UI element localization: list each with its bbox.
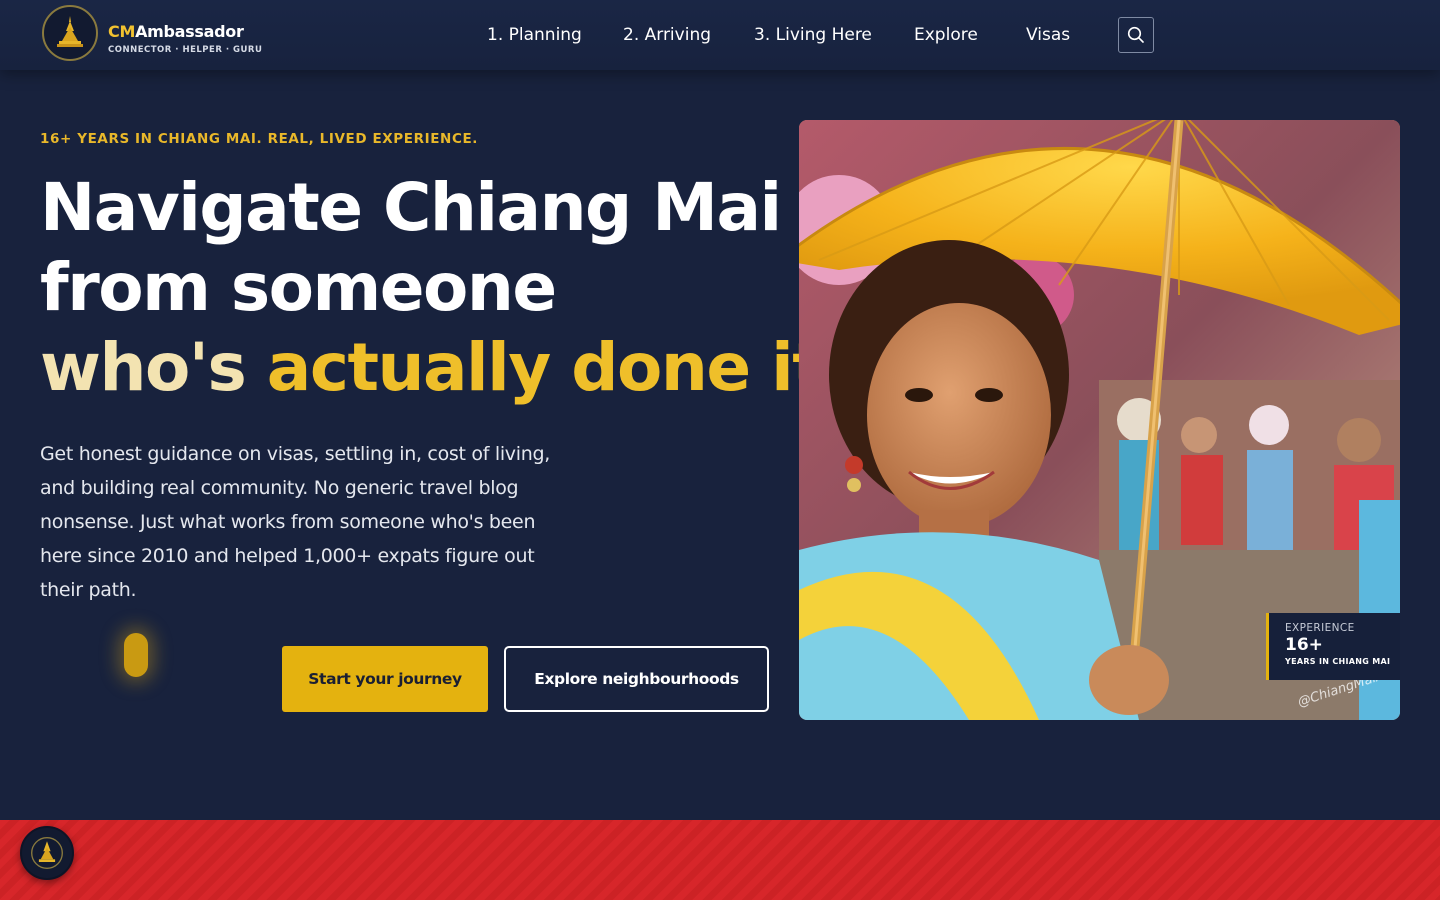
nav-item-visas[interactable]: Visas xyxy=(1026,24,1070,46)
search-icon xyxy=(1127,26,1144,43)
brand[interactable]: CMAmbassador CONNECTOR · HELPER · GURU xyxy=(108,22,262,55)
hero-lead: Get honest guidance on visas, settling i… xyxy=(40,443,550,601)
experience-label: EXPERIENCE xyxy=(1285,622,1355,634)
headline-line-3-start: who's xyxy=(40,329,267,406)
headline-line-2: from someone xyxy=(40,249,557,326)
logo-badge[interactable] xyxy=(42,5,98,61)
brand-name-rest: Ambassador xyxy=(135,22,244,41)
explore-neighbourhoods-button[interactable]: Explore neighbourhoods xyxy=(504,646,769,712)
glow-indicator xyxy=(124,633,148,677)
site-header: CMAmbassador CONNECTOR · HELPER · GURU 1… xyxy=(0,0,1440,70)
brand-name: CMAmbassador xyxy=(108,22,262,42)
floating-logo-button[interactable] xyxy=(20,826,74,880)
hero-eyebrow: 16+ YEARS IN CHIANG MAI. REAL, LIVED EXP… xyxy=(40,131,479,147)
nav-item-explore[interactable]: Explore xyxy=(914,24,978,46)
hero-headline: Navigate Chiang Mai from someone who's a… xyxy=(40,168,847,408)
experience-sub: YEARS IN CHIANG MAI xyxy=(1285,657,1391,666)
headline-line-3: who's actually done it. xyxy=(40,328,847,408)
red-section-band xyxy=(0,820,1440,900)
nav-item-arriving[interactable]: 2. Arriving xyxy=(623,24,711,46)
search-button[interactable] xyxy=(1118,17,1154,53)
stupa-icon xyxy=(57,16,83,47)
experience-value: 16+ xyxy=(1285,635,1323,655)
stupa-icon xyxy=(31,837,63,869)
experience-card: EXPERIENCE 16+ YEARS IN CHIANG MAI xyxy=(1266,613,1400,680)
brand-name-prefix: CM xyxy=(108,22,136,41)
nav-item-planning[interactable]: 1. Planning xyxy=(487,24,582,46)
start-journey-button[interactable]: Start your journey xyxy=(282,646,488,712)
headline-line-1: Navigate Chiang Mai xyxy=(40,169,782,246)
headline-line-3-highlight: actually done it. xyxy=(266,329,848,406)
nav-item-living-here[interactable]: 3. Living Here xyxy=(754,24,872,46)
brand-tagline: CONNECTOR · HELPER · GURU xyxy=(108,45,263,55)
